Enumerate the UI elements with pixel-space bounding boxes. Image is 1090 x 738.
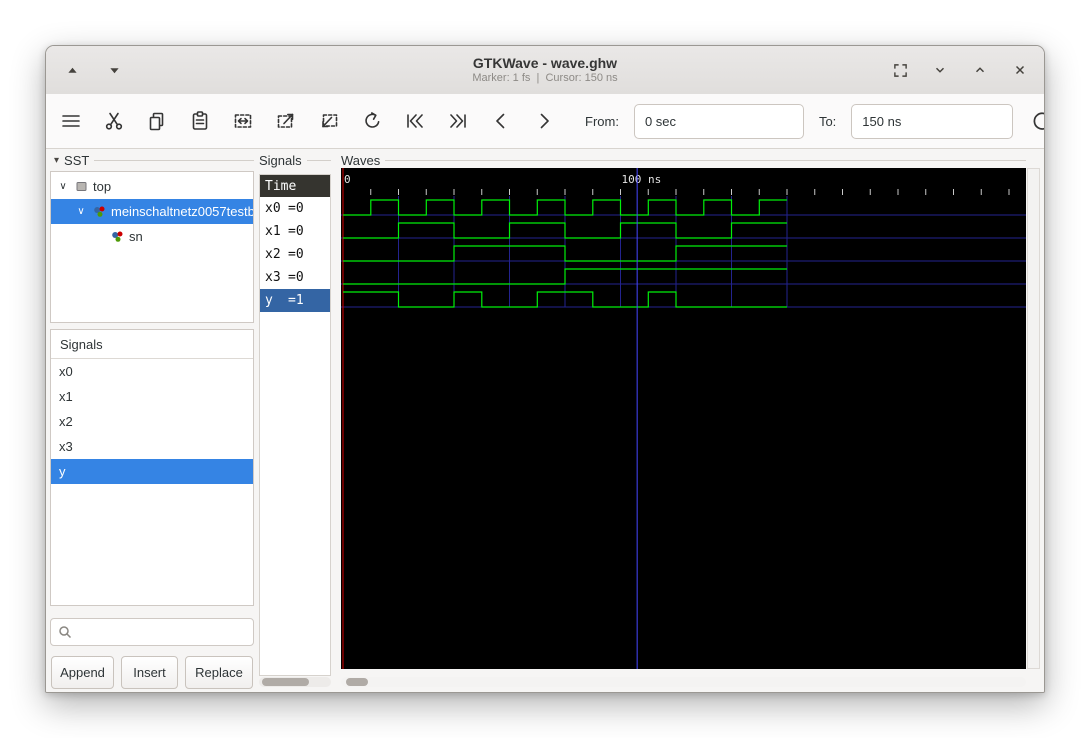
sst-frame-label: SST [64, 152, 90, 168]
signal-name: x3 [265, 270, 281, 285]
waves-hscrollbar-thumb[interactable] [346, 678, 368, 686]
signal-search [50, 618, 254, 646]
sst-frame: ▾ SST [54, 152, 254, 168]
from-label: From: [585, 113, 619, 129]
tree-node-meinschaltnetz0057testb[interactable]: ∨ meinschaltnetz0057testb [51, 199, 253, 224]
trace-x0 [343, 199, 787, 216]
timescale-label: 100 ns [622, 173, 662, 186]
time-header: Time [260, 175, 330, 197]
minimize-icon[interactable] [928, 58, 952, 82]
signal-name: x0 [265, 201, 281, 216]
signal-names-panel: Time x0 =0 x1 =0 x2 =0 x3 =0 y =1 [259, 174, 331, 676]
paste-icon[interactable] [186, 107, 214, 135]
append-button[interactable]: Append [51, 656, 114, 689]
waveform-plot: 0 100 ns [341, 168, 1026, 669]
toolbar: From: To: [46, 94, 1044, 149]
titlebar[interactable]: GTKWave - wave.ghw Marker: 1 fs | Cursor… [46, 46, 1044, 95]
signal-list-item-x0[interactable]: x0 [51, 359, 253, 384]
module-icon [74, 180, 88, 194]
signals-hscrollbar-thumb[interactable] [262, 678, 309, 686]
signal-value: =0 [288, 247, 304, 262]
desktop: GTKWave - wave.ghw Marker: 1 fs | Cursor… [0, 0, 1090, 738]
tree-node-label: meinschaltnetz0057testb [111, 204, 253, 219]
wave-signal-row-y[interactable]: y =1 [260, 289, 330, 312]
insert-button[interactable]: Insert [121, 656, 178, 689]
waves-frame-label: Waves [341, 152, 381, 168]
signal-name: y [265, 293, 273, 308]
zoom-out-icon[interactable] [315, 107, 343, 135]
close-icon[interactable] [1008, 58, 1032, 82]
fullscreen-icon[interactable] [888, 58, 912, 82]
window-title: GTKWave - wave.ghw [472, 55, 618, 71]
window-status: Marker: 1 fs | Cursor: 150 ns [472, 72, 618, 84]
zoom-to-end-icon[interactable] [444, 107, 472, 135]
frame-rule [306, 159, 331, 161]
chevron-down-icon[interactable]: ∨ [75, 206, 87, 217]
signals-frame: Signals [259, 152, 331, 168]
search-input[interactable] [77, 620, 249, 644]
signal-value: =0 [288, 270, 304, 285]
waves-frame: Waves [341, 152, 1026, 168]
signal-name: x1 [265, 224, 281, 239]
signal-list-item-x3[interactable]: x3 [51, 434, 253, 459]
signal-value: =1 [288, 293, 304, 308]
signals-frame-label: Signals [259, 152, 302, 168]
menu-icon[interactable] [57, 107, 85, 135]
wave-signal-row-x1[interactable]: x1 =0 [260, 220, 330, 243]
trace-x3 [343, 268, 787, 285]
wave-canvas[interactable]: 0 100 ns [341, 168, 1026, 669]
waves-hscrollbar-trough [341, 677, 1026, 687]
tree-node-label: sn [129, 229, 143, 244]
maximize-icon[interactable] [968, 58, 992, 82]
waves-vscrollbar[interactable] [1027, 168, 1040, 669]
cut-icon[interactable] [100, 107, 128, 135]
signal-list-item-x2[interactable]: x2 [51, 409, 253, 434]
sst-tree: ∨ top ∨ meinschaltnetz0057testb sn [50, 171, 254, 323]
to-label: To: [818, 113, 837, 129]
scroll-down-icon[interactable] [102, 58, 126, 82]
signal-list-item-y[interactable]: y [51, 459, 253, 484]
shift-right-icon[interactable] [530, 107, 558, 135]
chevron-down-icon[interactable]: ∨ [57, 181, 69, 192]
signals-list-header: Signals [51, 330, 253, 359]
trace-x2 [343, 245, 787, 262]
scroll-up-icon[interactable] [60, 58, 84, 82]
replace-button[interactable]: Replace [185, 656, 253, 689]
sst-signals-box: Signals x0 x1 x2 x3 y [50, 329, 254, 606]
wave-signal-row-x3[interactable]: x3 =0 [260, 266, 330, 289]
reload-icon[interactable] [1028, 107, 1044, 135]
frame-rule [385, 159, 1026, 161]
trace-x1 [343, 222, 787, 239]
from-input[interactable] [633, 103, 804, 139]
copy-icon[interactable] [143, 107, 171, 135]
wave-signal-row-x0[interactable]: x0 =0 [260, 197, 330, 220]
wave-signal-row-x2[interactable]: x2 =0 [260, 243, 330, 266]
tree-node-label: top [93, 179, 112, 194]
to-input[interactable] [851, 103, 1014, 139]
search-icon [59, 626, 72, 639]
frame-rule [94, 159, 254, 161]
shift-left-icon[interactable] [487, 107, 515, 135]
zoom-fit-icon[interactable] [229, 107, 257, 135]
instance-icon [110, 230, 124, 244]
instance-icon [92, 205, 106, 219]
zoom-to-start-icon[interactable] [401, 107, 429, 135]
gtkwave-window: GTKWave - wave.ghw Marker: 1 fs | Cursor… [45, 45, 1045, 693]
signal-value: =0 [288, 224, 304, 239]
tree-node-top[interactable]: ∨ top [51, 174, 253, 199]
main-content: ▾ SST ∨ top ∨ meinschaltnetz0057testb sn Sig… [46, 149, 1044, 692]
signal-name: x2 [265, 247, 281, 262]
chevron-down-icon[interactable]: ▾ [54, 155, 59, 166]
signal-value: =0 [288, 201, 304, 216]
timescale-label: 0 [344, 173, 351, 186]
tree-node-sn[interactable]: sn [51, 224, 253, 249]
signal-list-item-x1[interactable]: x1 [51, 384, 253, 409]
zoom-undo-icon[interactable] [358, 107, 386, 135]
zoom-in-icon[interactable] [272, 107, 300, 135]
